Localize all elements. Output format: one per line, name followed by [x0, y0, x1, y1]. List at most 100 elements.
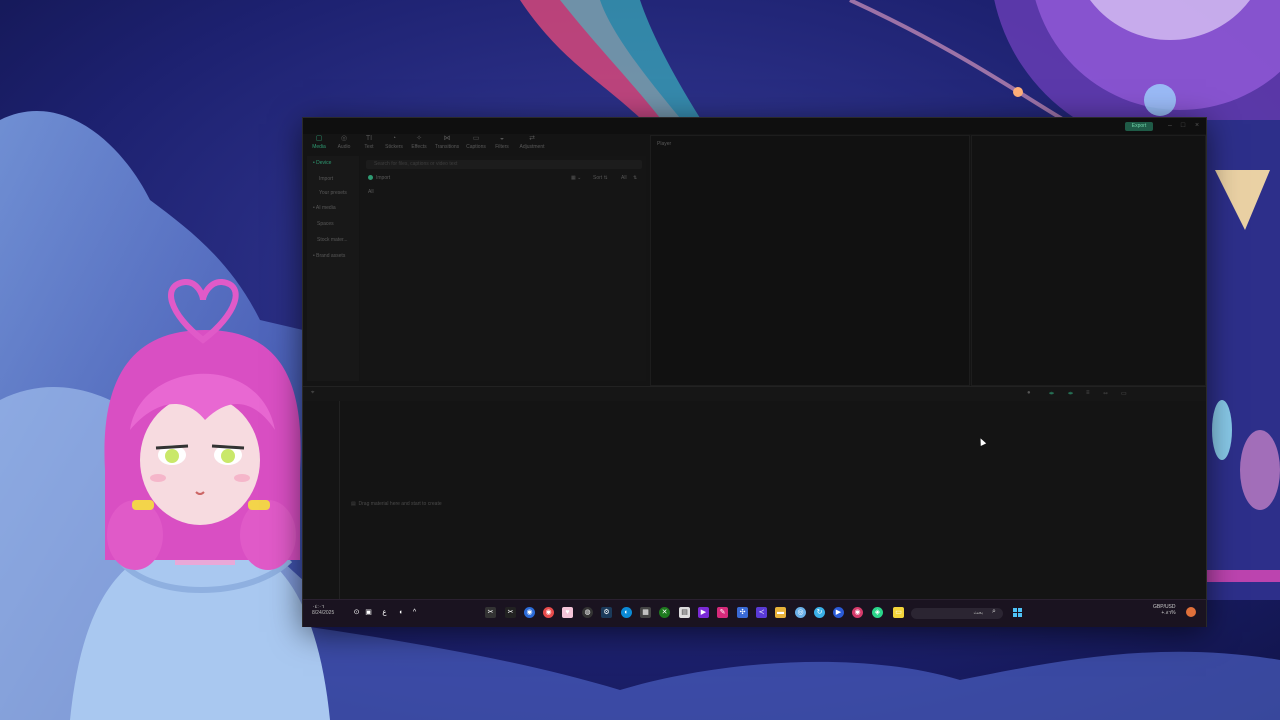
export-button[interactable]: Export [1125, 122, 1153, 131]
tab-transitions[interactable]: ⋈ Transitions [434, 134, 460, 154]
import-button[interactable]: Import [368, 175, 390, 181]
tab-audio[interactable]: ◎ Audio [331, 134, 357, 154]
timeline-area[interactable]: ▤ Drag material here and start to create [303, 401, 1206, 599]
sidebar-item-device[interactable]: • Device [313, 160, 331, 166]
media-app-icon[interactable]: ▶ [698, 607, 709, 618]
close-icon[interactable]: × [1192, 121, 1202, 131]
obs-icon[interactable]: ◍ [582, 607, 593, 618]
filters-icon: ◒ [499, 135, 505, 142]
link-icon[interactable]: ⇹ [1049, 390, 1054, 397]
sort-button[interactable]: Sort ⇅ [593, 175, 608, 181]
pen-app-icon[interactable]: ✎ [717, 607, 728, 618]
search-icon: ⌕ [992, 608, 996, 615]
windows-start-icon[interactable] [1013, 608, 1023, 618]
tab-text[interactable]: TI Text [356, 134, 382, 154]
effects-icon: ✧ [416, 135, 422, 142]
tab-label: Captions [466, 144, 486, 150]
vscode-icon[interactable]: ≺ [756, 607, 767, 618]
player-app-icon[interactable]: ▶ [833, 607, 844, 618]
sidebar-item-stock[interactable]: Stock mater... [317, 237, 348, 243]
audio-icon: ◎ [340, 135, 348, 142]
sidebar-item-presets[interactable]: Your presets [319, 190, 347, 196]
calculator-icon[interactable]: ▦ [640, 607, 651, 618]
language-indicator[interactable]: ع [379, 607, 390, 618]
magnet-icon[interactable]: ⇹ [1068, 390, 1073, 397]
player-panel: Player [650, 135, 970, 386]
sticker-icon: ◔ [391, 135, 397, 142]
globe-icon[interactable]: ◎ [795, 607, 806, 618]
select-tool-icon[interactable]: ⌖ [311, 390, 314, 397]
sidebar-item-import[interactable]: Import [319, 176, 333, 182]
media-all-tab[interactable]: All [368, 189, 374, 195]
transitions-icon: ⋈ [443, 135, 451, 142]
title-bar: Export – □ × [303, 118, 1206, 134]
tray-chevron-icon[interactable]: ^ [409, 607, 420, 618]
timeline-track-header [339, 401, 340, 599]
split-icon[interactable]: ⇿ [1103, 390, 1108, 397]
drag-hint-text: Drag material here and start to create [358, 501, 442, 507]
media-panel: Search for files, captions or video text… [360, 156, 646, 381]
ticker-icon [1186, 607, 1196, 617]
tab-label: Effects [411, 144, 427, 150]
notes-icon[interactable]: ▭ [893, 607, 904, 618]
drag-material-icon: ▤ [351, 501, 356, 507]
tab-label: Text [364, 144, 374, 150]
edge-icon[interactable]: ◐ [621, 607, 632, 618]
chrome-icon[interactable]: ◉ [524, 607, 535, 618]
tab-effects[interactable]: ✧ Effects [406, 134, 432, 154]
media-icon: ▢ [315, 135, 323, 142]
snap-icon[interactable]: ≡ [1086, 390, 1090, 396]
app-icon[interactable]: ♥ [562, 607, 573, 618]
gamepad-icon[interactable]: ✣ [737, 607, 748, 618]
calendar-icon[interactable]: ▤ [679, 607, 690, 618]
xbox-icon[interactable]: ✕ [659, 607, 670, 618]
adjustment-icon: ⇄ [529, 135, 535, 142]
import-label: Import [376, 175, 391, 181]
tab-label: Media [312, 144, 326, 150]
tab-filters[interactable]: ◒ Filters [489, 134, 515, 154]
view-toggle-icon[interactable]: ▦ ⌄ [571, 175, 581, 181]
asset-toolbar: ▢ Media ◎ Audio TI Text ◔ Stickers ✧ Eff… [303, 134, 647, 154]
clock-date: 8/24/2025 [312, 610, 335, 616]
clock[interactable]: ٠٤:٠٦ 8/24/2025 [312, 604, 334, 616]
tab-label: Audio [337, 144, 351, 150]
microphone-icon[interactable]: ● [1027, 390, 1031, 396]
tab-media[interactable]: ▢ Media [306, 134, 332, 154]
notification-icon[interactable]: ⊙ [351, 607, 362, 618]
tab-stickers[interactable]: ◔ Stickers [381, 134, 407, 154]
tab-adjustment[interactable]: ⇄ Adjustment [516, 134, 548, 154]
sidebar-item-brand-assets[interactable]: • Brand assets [313, 253, 345, 259]
captions-icon: ▭ [472, 135, 480, 142]
volume-icon[interactable]: ◖ [395, 607, 406, 618]
sidebar-item-ai-media[interactable]: • AI media [313, 205, 336, 211]
import-icon [368, 175, 373, 181]
preview-icon[interactable]: ▭ [1121, 390, 1127, 397]
minimize-icon[interactable]: – [1165, 121, 1175, 131]
media-search-input[interactable]: Search for files, captions or video text [366, 160, 642, 169]
steam-icon[interactable]: ⚙ [601, 607, 612, 618]
tab-label: Transitions [434, 144, 460, 150]
maximize-icon[interactable]: □ [1178, 121, 1188, 131]
capcut-alt-icon[interactable]: ✂ [505, 607, 516, 618]
tab-captions[interactable]: ▭ Captions [463, 134, 489, 154]
tab-label: Adjustment [519, 144, 545, 150]
capcut-icon[interactable]: ✂ [485, 607, 496, 618]
network-app-icon[interactable]: ◈ [872, 607, 883, 618]
tab-label: Filters [495, 144, 509, 150]
filter-icon[interactable]: ⇅ [633, 175, 637, 181]
social-app-icon[interactable]: ◉ [852, 607, 863, 618]
timeline-toolbar: ⌖ ● ⇹ ⇹ ≡ ⇿ ▭ [303, 386, 1206, 401]
stock-ticker-widget[interactable]: GBP/USD +.٨٦% [1153, 604, 1176, 616]
sidebar-item-spaces[interactable]: Spaces [317, 221, 334, 227]
tab-label: Stickers [385, 144, 403, 150]
timeline-empty-hint: ▤ Drag material here and start to create [351, 501, 442, 507]
taskbar-search-input[interactable]: بحث [911, 608, 1003, 619]
browser-icon[interactable]: ◉ [543, 607, 554, 618]
sync-icon[interactable]: ↻ [814, 607, 825, 618]
text-icon: TI [365, 135, 373, 142]
desktop-icon[interactable]: ▣ [363, 607, 374, 618]
file-explorer-icon[interactable]: ▬ [775, 607, 786, 618]
media-sidebar: • Device Import Your presets • AI media … [307, 156, 359, 381]
filter-all-button[interactable]: All [621, 175, 627, 181]
properties-panel [971, 135, 1206, 386]
